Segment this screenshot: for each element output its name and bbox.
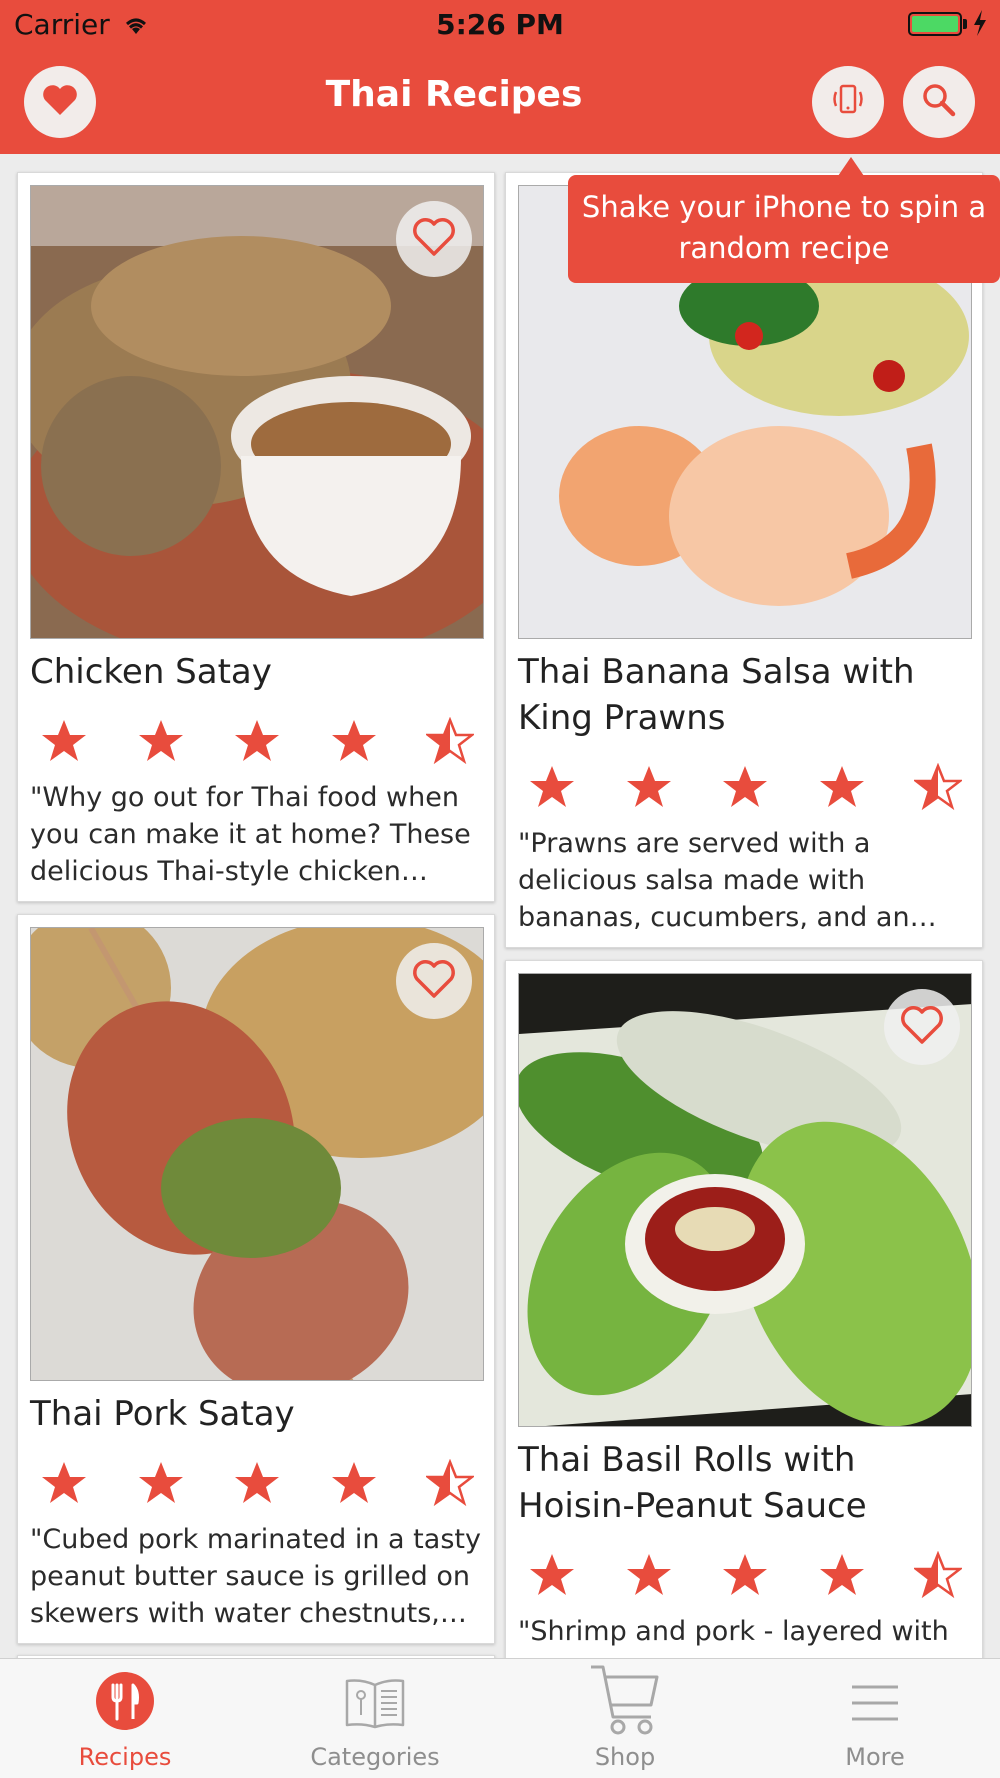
tab-categories[interactable]: Categories [250, 1659, 500, 1778]
charging-icon [972, 10, 988, 43]
star-icon [625, 1551, 673, 1601]
half-star-icon [424, 716, 476, 767]
status-time: 5:26 PM [436, 8, 564, 41]
tab-label: More [845, 1743, 905, 1771]
tab-label: Recipes [78, 1743, 172, 1771]
star-icon [528, 763, 576, 813]
star-icon [721, 763, 769, 813]
recipe-description: "Prawns are served with a delicious sals… [518, 828, 910, 933]
tab-label: Categories [310, 1743, 440, 1771]
star-icon [137, 1459, 185, 1509]
heart-outline-icon [900, 1005, 944, 1049]
star-icon [330, 1459, 378, 1509]
book-icon [250, 1671, 500, 1741]
star-icon [528, 1551, 576, 1601]
recipe-description: "Cubed pork marinated in a tasty peanut … [30, 1524, 481, 1629]
battery-icon [908, 12, 962, 36]
star-icon [137, 717, 185, 767]
tab-label: Shop [594, 1743, 656, 1771]
star-rating [518, 762, 972, 813]
status-bar: Carrier 5:26 PM [0, 0, 1000, 50]
menu-icon [750, 1671, 1000, 1741]
search-icon [921, 82, 957, 122]
tab-shop[interactable]: Shop [500, 1659, 750, 1778]
star-icon [233, 717, 281, 767]
page-title: Thai Recipes [325, 74, 583, 115]
recipe-card[interactable]: Thai Banana Salsa with King Prawns "Praw… [505, 172, 983, 948]
star-icon [625, 763, 673, 813]
star-icon [818, 1551, 866, 1601]
half-star-icon [912, 1550, 964, 1601]
recipe-card[interactable]: Chicken Satay "Why go out for Thai food … [17, 172, 495, 902]
recipe-card[interactable]: Thai Basil Rolls with Hoisin-Peanut Sauc… [505, 960, 983, 1778]
star-rating [30, 716, 484, 767]
star-icon [233, 1459, 281, 1509]
recipe-description: "Shrimp and pork - layered with [518, 1616, 949, 1647]
recipe-title: Thai Banana Salsa with King Prawns [518, 652, 915, 738]
recipe-title: Thai Pork Satay [30, 1394, 295, 1434]
shake-phone-icon [828, 80, 868, 124]
recipe-card[interactable]: Thai Pork Satay "Cubed pork marinated in… [17, 914, 495, 1644]
heart-outline-icon [412, 217, 456, 261]
recipe-title: Chicken Satay [30, 652, 272, 692]
navigation-bar: Carrier 5:26 PM Thai Recipes [0, 0, 1000, 154]
shake-tooltip[interactable]: Shake your iPhone to spin a random recip… [568, 175, 1000, 283]
tab-more[interactable]: More [750, 1659, 1000, 1778]
star-rating [518, 1550, 972, 1601]
half-star-icon [424, 1458, 476, 1509]
favorite-toggle[interactable] [884, 989, 960, 1065]
battery-tip [963, 19, 967, 29]
tab-bar: Recipes Categories Shop More [0, 1658, 1000, 1778]
shake-random-button[interactable] [812, 66, 884, 138]
star-icon [40, 1459, 88, 1509]
star-rating [30, 1458, 484, 1509]
tooltip-arrow [838, 157, 864, 176]
recipe-description: "Why go out for Thai food when you can m… [30, 782, 471, 887]
cart-icon [500, 1661, 750, 1735]
recipe-title: Thai Basil Rolls with Hoisin-Peanut Sauc… [518, 1440, 867, 1526]
search-button[interactable] [903, 66, 975, 138]
favorite-toggle[interactable] [396, 943, 472, 1019]
favorite-toggle[interactable] [396, 201, 472, 277]
tab-recipes[interactable]: Recipes [0, 1659, 250, 1778]
star-icon [40, 717, 88, 767]
star-icon [721, 1551, 769, 1601]
fork-knife-icon [0, 1671, 250, 1741]
star-icon [330, 717, 378, 767]
half-star-icon [912, 762, 964, 813]
star-icon [818, 763, 866, 813]
heart-outline-icon [412, 959, 456, 1003]
